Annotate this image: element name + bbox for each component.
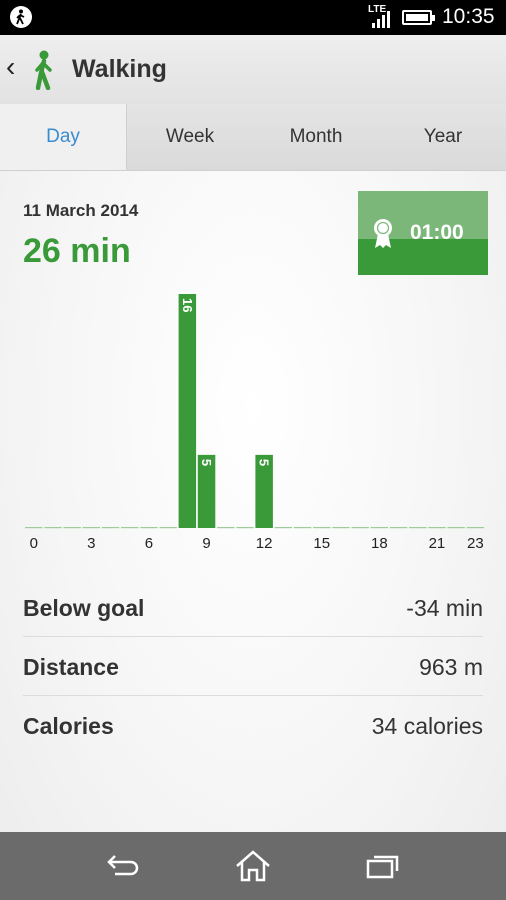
battery-icon xyxy=(402,10,435,25)
bar-hour-3 xyxy=(82,527,101,529)
status-time: 10:35 xyxy=(442,5,495,28)
chevron-left-icon[interactable]: ‹ xyxy=(6,53,15,81)
system-nav-bar xyxy=(0,832,506,900)
summary-total: 26 min xyxy=(23,232,131,270)
bar-value-label: 5 xyxy=(199,459,214,466)
stat-value: 963 m xyxy=(419,654,483,680)
period-tabs: Day Week Month Year xyxy=(0,104,506,171)
hourly-bar-chart: 16 5 5 0 3 6 9 12 15 18 21 23 xyxy=(25,294,485,552)
status-bar: LTE 10:35 xyxy=(0,0,506,35)
bar-hour-2 xyxy=(63,527,81,529)
bar-hour-19 xyxy=(389,527,408,529)
x-tick-label: 0 xyxy=(30,535,38,552)
bar-hour-0 xyxy=(25,527,43,529)
tab-year[interactable]: Year xyxy=(380,104,506,170)
stat-label: Distance xyxy=(23,654,119,680)
bar-hour-11 xyxy=(236,527,254,529)
bar-hour-14 xyxy=(293,527,312,529)
tab-day[interactable]: Day xyxy=(0,104,127,170)
signal-icon xyxy=(372,11,390,28)
bar-hour-10 xyxy=(217,527,235,529)
bar-hour-5 xyxy=(121,527,139,529)
x-tick-label: 21 xyxy=(429,535,446,552)
x-tick-label: 9 xyxy=(202,535,210,552)
walking-person-icon xyxy=(35,50,52,90)
bar-hour-1 xyxy=(44,527,62,529)
bar-hour-4 xyxy=(101,527,120,529)
bar-hour-21 xyxy=(428,527,446,529)
bar-hour-20 xyxy=(409,527,427,529)
x-tick-label: 12 xyxy=(256,535,273,552)
stat-value: 34 calories xyxy=(371,713,483,739)
bar-hour-13 xyxy=(274,527,293,529)
walking-notification-icon xyxy=(10,6,32,28)
goal-badge[interactable]: 01:00 xyxy=(358,191,488,275)
stat-calories: Calories 34 calories xyxy=(23,696,483,754)
bar-hour-6 xyxy=(140,527,158,529)
stats-list: Below goal -34 min Distance 963 m Calori… xyxy=(23,578,483,754)
summary-date: 11 March 2014 xyxy=(23,201,139,220)
x-tick-label: 6 xyxy=(145,535,153,552)
bar-value-label: 16 xyxy=(180,298,195,312)
award-ribbon-icon xyxy=(374,219,392,248)
bar-hour-7 xyxy=(159,527,177,529)
x-tick-label: 18 xyxy=(371,535,388,552)
stat-value: -34 min xyxy=(406,595,483,621)
stat-below-goal: Below goal -34 min xyxy=(23,578,483,637)
recents-icon[interactable] xyxy=(361,846,405,886)
bar-hour-18 xyxy=(370,527,389,529)
bar-value-label: 5 xyxy=(257,459,272,466)
x-tick-label: 23 xyxy=(467,535,484,552)
bar-hour-8 xyxy=(178,294,197,528)
action-bar: ‹ Walking xyxy=(0,35,506,105)
bar-hour-23 xyxy=(466,527,485,529)
goal-time: 01:00 xyxy=(410,221,464,244)
bar-hour-17 xyxy=(351,527,369,529)
bar-hour-15 xyxy=(313,527,331,529)
x-tick-label: 15 xyxy=(313,535,330,552)
stat-distance: Distance 963 m xyxy=(23,637,483,696)
x-tick-label: 3 xyxy=(87,535,95,552)
page-title: Walking xyxy=(72,55,167,83)
bar-hour-22 xyxy=(447,527,465,529)
home-icon[interactable] xyxy=(231,846,275,886)
stat-label: Below goal xyxy=(23,595,145,621)
tab-week[interactable]: Week xyxy=(127,104,253,170)
tab-month[interactable]: Month xyxy=(253,104,379,170)
bar-hour-16 xyxy=(332,527,350,529)
back-icon[interactable] xyxy=(101,846,145,886)
stat-label: Calories xyxy=(23,713,114,739)
